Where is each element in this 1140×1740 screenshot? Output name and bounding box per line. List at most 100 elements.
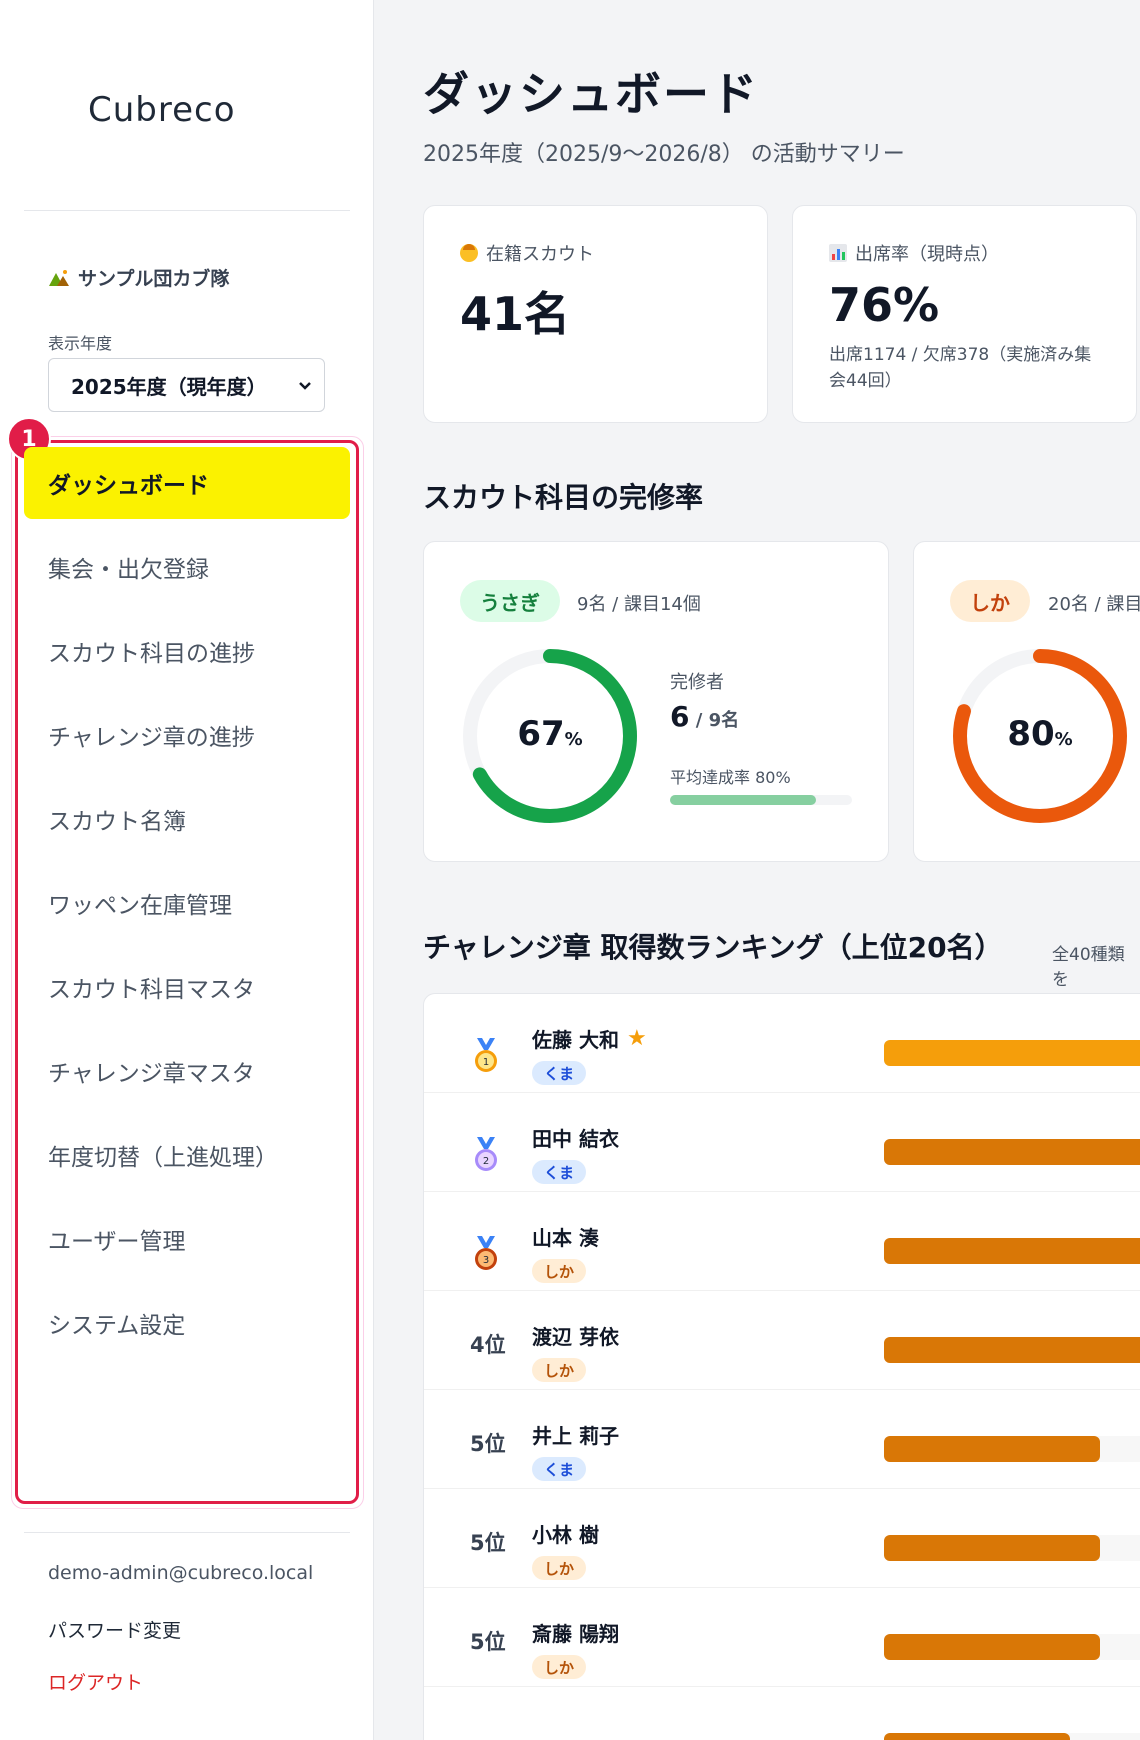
ranking-row[interactable]: 3 山本 湊 しか <box>424 1192 1140 1291</box>
subject-card-usagi: うさぎ 9名 / 課目14個 67% 完修者 6 / 9名 平均達成率 80% <box>423 541 889 862</box>
ranking-row[interactable]: 5位 小林 樹 しか <box>424 1489 1140 1588</box>
rank-meta: 20名 / 課目 <box>1048 594 1140 615</box>
user-email: demo-admin@cubreco.local <box>48 1562 314 1584</box>
scout-name: 佐藤 大和 ★ <box>532 1026 647 1052</box>
tent-icon <box>48 269 70 287</box>
rank-tag: くま <box>532 1160 587 1184</box>
nav-item-subject-master[interactable]: スカウト科目マスタ <box>24 945 350 1029</box>
stat-card-attendance: 出席率（現時点） 76% 出席1174 / 欠席378（実施済み集会44回） <box>792 205 1137 423</box>
nav-item-patch-inventory[interactable]: ワッペン在庫管理 <box>24 861 350 945</box>
ranking-row[interactable]: 木村 悠真 <box>424 1687 1140 1740</box>
stat-label: 在籍スカウト <box>460 240 594 266</box>
rank-number: 4位 <box>470 1333 506 1357</box>
avg-bar <box>670 795 852 805</box>
bar-chart-icon <box>829 244 847 262</box>
medal-rank: 1 <box>483 1057 489 1068</box>
ranking-row[interactable]: 1 佐藤 大和 ★ くま <box>424 994 1140 1093</box>
page-title: ダッシュボード <box>423 67 759 121</box>
rank-bar-fill <box>884 1733 1070 1740</box>
rank-bar-fill <box>884 1535 1100 1561</box>
scout-name: 木村 悠真 <box>532 1735 619 1740</box>
rank-tag: しか <box>532 1358 587 1382</box>
donut-percent: 80% <box>1007 714 1073 754</box>
rank-bar-fill <box>884 1238 1140 1264</box>
ranking-row[interactable]: 5位 井上 莉子 くま <box>424 1390 1140 1489</box>
completed-value: 6 / 9名 <box>670 700 740 733</box>
rank-bar-fill <box>884 1436 1100 1462</box>
nav-item-settings[interactable]: システム設定 <box>24 1281 350 1365</box>
rank-tag: しか <box>532 1655 587 1679</box>
app-logo[interactable]: Cubreco <box>88 90 236 130</box>
rank-tag: くま <box>532 1457 587 1481</box>
sidebar-divider <box>24 210 350 211</box>
ranking-row[interactable]: 2 田中 結衣 くま <box>424 1093 1140 1192</box>
rank-tag: くま <box>532 1061 587 1085</box>
medal-icon: 3 <box>475 1236 497 1270</box>
rank-number: 5位 <box>470 1432 506 1456</box>
scout-name: 渡辺 芽依 <box>532 1325 619 1349</box>
ranking-row[interactable]: 4位 渡辺 芽依 しか <box>424 1291 1140 1390</box>
rank-bar <box>884 1436 1140 1462</box>
nav-item-subject-progress[interactable]: スカウト科目の進捗 <box>24 609 350 693</box>
subject-card-shika: しか 20名 / 課目 80% <box>913 541 1140 862</box>
rank-bar-fill <box>884 1040 1140 1066</box>
rank-tag: しか <box>532 1556 587 1580</box>
rank-bar-fill <box>884 1634 1100 1660</box>
rank-bar <box>884 1733 1140 1740</box>
stat-label: 出席率（現時点） <box>829 240 999 266</box>
stat-sub: 出席1174 / 欠席378（実施済み集会44回） <box>829 345 1092 391</box>
nav-item-meetings[interactable]: 集会・出欠登録 <box>24 525 350 609</box>
year-select[interactable]: 2025年度（現年度） <box>48 358 325 412</box>
rank-meta: 9名 / 課目14個 <box>577 594 701 615</box>
rank-tag: しか <box>532 1259 587 1283</box>
nav-item-year-switch[interactable]: 年度切替（上進処理） <box>24 1113 350 1197</box>
rank-pill: うさぎ <box>460 580 560 622</box>
scout-icon <box>460 244 478 262</box>
sidebar-nav: ダッシュボード 集会・出欠登録 スカウト科目の進捗 チャレンジ章の進捗 スカウト… <box>24 447 350 1365</box>
logout-link[interactable]: ログアウト <box>48 1668 143 1695</box>
scout-name: 山本 湊 <box>532 1226 599 1250</box>
page-subtitle: 2025年度（2025/9〜2026/8） の活動サマリー <box>423 142 905 167</box>
scout-name: 田中 結衣 <box>532 1127 619 1151</box>
sidebar-divider <box>24 1532 350 1533</box>
ranking-note: 全40種類を <box>1052 945 1125 990</box>
avg-label: 平均達成率 80% <box>670 768 791 787</box>
stat-value: 76% <box>829 278 940 332</box>
scout-name: 井上 莉子 <box>532 1424 619 1448</box>
star-icon: ★ <box>626 1026 647 1051</box>
year-label: 表示年度 <box>48 334 113 353</box>
section-title-subjects: スカウト科目の完修率 <box>423 481 704 514</box>
rank-number: 5位 <box>470 1630 506 1654</box>
nav-item-challenge-master[interactable]: チャレンジ章マスタ <box>24 1029 350 1113</box>
rank-bar-fill <box>884 1139 1140 1165</box>
nav-item-roster[interactable]: スカウト名簿 <box>24 777 350 861</box>
ranking-row[interactable]: 5位 斎藤 陽翔 しか <box>424 1588 1140 1687</box>
rank-bar <box>884 1535 1140 1561</box>
rank-bar-fill <box>884 1337 1140 1363</box>
year-select-value: 2025年度（現年度） <box>71 374 267 399</box>
scout-name: 斎藤 陽翔 <box>532 1622 619 1646</box>
rank-pill: しか <box>950 580 1030 622</box>
rank-bar <box>884 1238 1140 1264</box>
rank-bar <box>884 1634 1140 1660</box>
scout-name: 小林 樹 <box>532 1523 599 1547</box>
medal-rank: 2 <box>483 1156 489 1167</box>
troop-name: サンプル団カブ隊 <box>48 264 229 291</box>
rank-bar <box>884 1337 1140 1363</box>
sidebar: Cubreco サンプル団カブ隊 表示年度 2025年度（現年度） 1 ダッシュ… <box>0 0 374 1740</box>
rank-number: 5位 <box>470 1531 506 1555</box>
nav-item-dashboard[interactable]: ダッシュボード <box>24 447 350 519</box>
medal-rank: 3 <box>483 1255 489 1266</box>
donut-percent: 67% <box>517 714 583 754</box>
password-change-link[interactable]: パスワード変更 <box>48 1616 181 1643</box>
medal-icon: 1 <box>475 1038 497 1072</box>
chevron-down-icon <box>298 376 312 395</box>
main-content: ダッシュボード 2025年度（2025/9〜2026/8） の活動サマリー 在籍… <box>375 0 1140 1740</box>
nav-item-challenge-progress[interactable]: チャレンジ章の進捗 <box>24 693 350 777</box>
nav-item-users[interactable]: ユーザー管理 <box>24 1197 350 1281</box>
section-title-ranking: チャレンジ章 取得数ランキング（上位20名） <box>423 931 1003 964</box>
stat-value: 41名 <box>460 287 571 341</box>
rank-bar <box>884 1040 1140 1066</box>
stat-card-enrolled: 在籍スカウト 41名 <box>423 205 768 423</box>
completed-label: 完修者 <box>670 672 724 693</box>
